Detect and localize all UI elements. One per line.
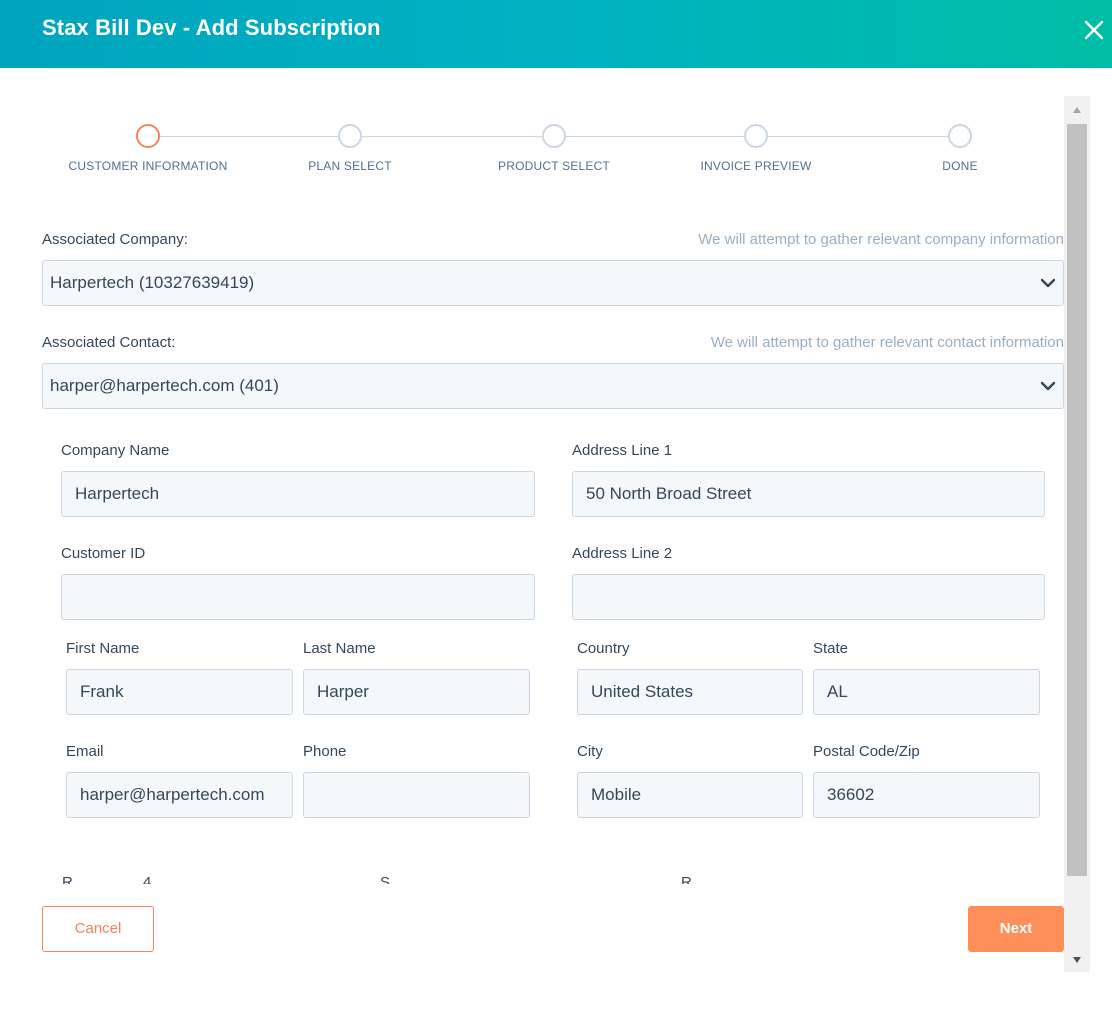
associated-contact-value: harper@harpertech.com (401) (50, 376, 279, 395)
postal-code-label: Postal Code/Zip (813, 743, 920, 760)
postal-code-input[interactable] (813, 772, 1040, 818)
state-input[interactable] (813, 669, 1040, 715)
company-hint: We will attempt to gather relevant compa… (698, 231, 1064, 248)
associated-contact-select[interactable]: harper@harpertech.com (401) (42, 363, 1064, 409)
clipped-labels-row: R 4 S R (0, 870, 1060, 884)
close-button[interactable] (1076, 12, 1110, 46)
country-input[interactable] (577, 669, 803, 715)
email-label: Email (66, 743, 104, 760)
step-dot (948, 124, 972, 148)
first-name-input[interactable] (66, 669, 293, 715)
customer-id-label: Customer ID (61, 545, 146, 562)
chevron-down-icon (1040, 278, 1056, 288)
scroll-up-arrow-icon[interactable] (1072, 106, 1082, 114)
step-plan-select: PLAN SELECT (250, 124, 450, 173)
phone-input[interactable] (303, 772, 530, 818)
phone-label: Phone (303, 743, 347, 760)
last-name-label: Last Name (303, 640, 376, 657)
city-label: City (577, 743, 603, 760)
address-line-1-label: Address Line 1 (572, 442, 673, 459)
step-label: PRODUCT SELECT (498, 159, 610, 173)
clipped-label-fragment: 4 (143, 874, 152, 884)
associated-company-select[interactable]: Harpertech (10327639419) (42, 260, 1064, 306)
associated-company-value: Harpertech (10327639419) (50, 273, 255, 292)
last-name-input[interactable] (303, 669, 530, 715)
address-line-1-input[interactable] (572, 471, 1045, 517)
address-line-2-label: Address Line 2 (572, 545, 673, 562)
cancel-button[interactable]: Cancel (42, 906, 154, 952)
step-dot (542, 124, 566, 148)
step-dot (338, 124, 362, 148)
modal-header: Stax Bill Dev - Add Subscription (0, 0, 1112, 68)
next-button[interactable]: Next (968, 906, 1064, 952)
step-label: DONE (942, 159, 978, 173)
city-input[interactable] (577, 772, 803, 818)
scrollbar-thumb[interactable] (1067, 124, 1087, 876)
associated-contact-label: Associated Contact: (42, 334, 176, 351)
state-label: State (813, 640, 849, 657)
progress-stepper: CUSTOMER INFORMATION PLAN SELECT PRODUCT… (0, 120, 1060, 190)
step-done: DONE (860, 124, 1060, 173)
step-dot (744, 124, 768, 148)
step-label: CUSTOMER INFORMATION (68, 159, 228, 173)
clipped-label-fragment: R (62, 874, 73, 884)
email-input[interactable] (66, 772, 293, 818)
step-label: INVOICE PREVIEW (700, 159, 812, 173)
scroll-down-arrow-icon[interactable] (1072, 956, 1082, 964)
step-invoice-preview: INVOICE PREVIEW (656, 124, 856, 173)
scrollbar[interactable] (1064, 96, 1090, 972)
clipped-label-fragment: S (380, 874, 391, 884)
step-customer-information: CUSTOMER INFORMATION (48, 124, 248, 173)
clipped-label-fragment: R (681, 874, 692, 884)
contact-hint: We will attempt to gather relevant conta… (710, 334, 1064, 351)
company-label-row: Associated Company: We will attempt to g… (42, 231, 1064, 251)
step-product-select: PRODUCT SELECT (454, 124, 654, 173)
chevron-down-icon (1040, 381, 1056, 391)
contact-label-row: Associated Contact: We will attempt to g… (42, 334, 1064, 354)
step-label: PLAN SELECT (308, 159, 392, 173)
country-label: Country (577, 640, 630, 657)
customer-id-input[interactable] (61, 574, 535, 620)
modal-footer (0, 884, 1064, 984)
step-dot (136, 124, 160, 148)
associated-company-label: Associated Company: (42, 231, 188, 248)
company-name-label: Company Name (61, 442, 170, 459)
company-name-input[interactable] (61, 471, 535, 517)
address-line-2-input[interactable] (572, 574, 1045, 620)
modal-title: Stax Bill Dev - Add Subscription (42, 15, 381, 40)
first-name-label: First Name (66, 640, 140, 657)
close-icon[interactable] (1076, 12, 1110, 46)
